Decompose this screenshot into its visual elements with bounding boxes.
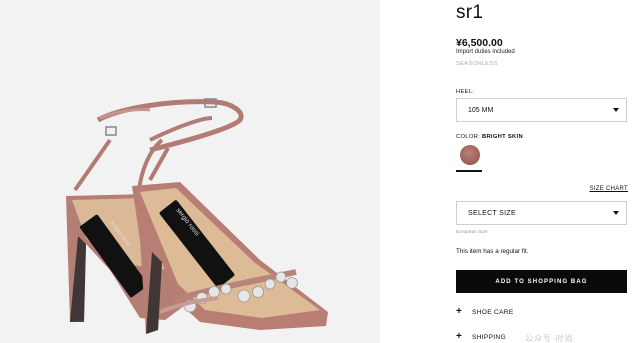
sandal-illustration: sergio rossi sergio rossi (66, 98, 328, 334)
european-size-note: European Size (456, 230, 488, 235)
color-label-prefix: COLOR: (456, 134, 481, 140)
selected-swatch-indicator (456, 170, 482, 172)
accordion-shoe-care-label: SHOE CARE (472, 308, 514, 316)
heel-select[interactable]: 105 MM (456, 98, 627, 122)
color-label: COLOR: BRIGHT SKIN (456, 134, 523, 140)
season-tag: SEASONLESS (456, 61, 498, 67)
product-title: sr1 (456, 2, 484, 23)
product-info-panel: sr1 ¥6,500.00 Import duties included SEA… (456, 0, 628, 343)
heel-label: HEEL: (456, 89, 475, 95)
plus-icon: + (456, 331, 463, 342)
size-select-placeholder: SELECT SIZE (468, 209, 516, 217)
watermark: 公众号·时尚 (525, 334, 574, 343)
plus-icon: + (456, 306, 463, 317)
heel-select-value: 105 MM (468, 106, 494, 114)
fit-note: This item has a regular fit. (456, 248, 529, 255)
add-to-bag-button[interactable]: ADD TO SHOPPING BAG (456, 270, 627, 293)
color-selected-name: BRIGHT SKIN (481, 134, 523, 140)
accordion-shoe-care[interactable]: + SHOE CARE (456, 307, 514, 317)
chevron-down-icon (613, 211, 619, 215)
product-image[interactable]: sergio rossi sergio rossi (0, 0, 380, 343)
size-select[interactable]: SELECT SIZE (456, 201, 627, 225)
accordion-shipping-label: SHIPPING (472, 333, 506, 341)
size-chart-link[interactable]: SIZE CHART (589, 186, 628, 192)
duties-note: Import duties included (456, 49, 515, 55)
accordion-shipping[interactable]: + SHIPPING (456, 332, 506, 342)
chevron-down-icon (613, 108, 619, 112)
product-price: ¥6,500.00 (456, 37, 503, 49)
color-swatch-bright-skin[interactable] (460, 145, 480, 165)
